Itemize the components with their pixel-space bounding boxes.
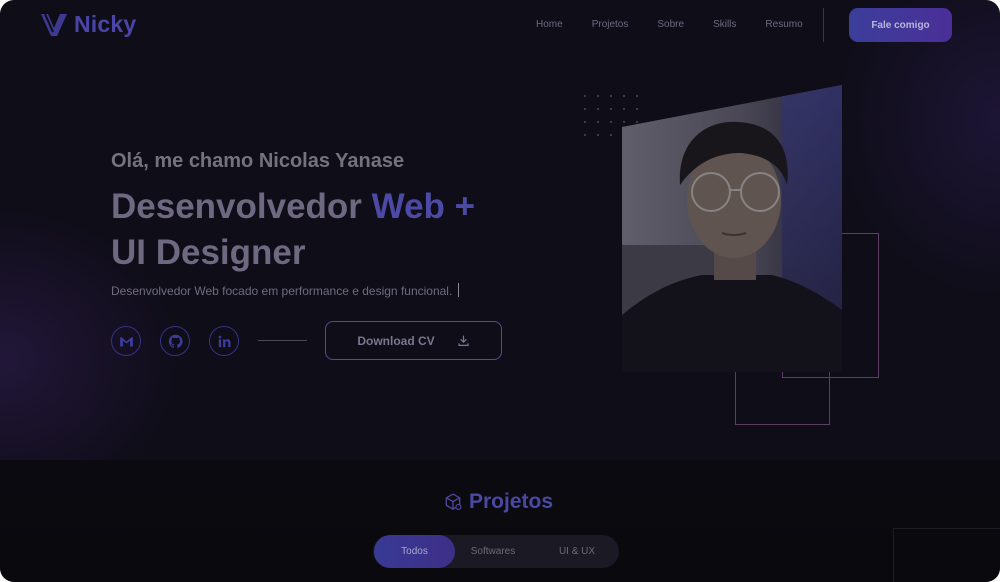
grid-dot bbox=[584, 134, 586, 136]
typing-caret bbox=[458, 283, 460, 297]
brand-logo[interactable]: Nicky bbox=[40, 10, 136, 38]
logo-mark-icon bbox=[41, 13, 67, 36]
linkedin-link[interactable] bbox=[209, 326, 239, 356]
nav-home[interactable]: Home bbox=[536, 19, 563, 30]
grid-dot bbox=[584, 108, 586, 110]
filter-todos[interactable]: Todos bbox=[374, 535, 455, 568]
hero-title-part2: UI Designer bbox=[111, 233, 306, 272]
card-edge bbox=[893, 528, 1000, 582]
projects-title: Projetos bbox=[469, 490, 554, 513]
gmail-icon bbox=[119, 336, 133, 346]
grid-dot bbox=[597, 134, 599, 136]
grid-dot bbox=[584, 121, 586, 123]
nav-sobre[interactable]: Sobre bbox=[657, 19, 684, 30]
hero-greeting: Olá, me chamo Nicolas Yanase bbox=[111, 150, 405, 172]
profile-photo bbox=[622, 85, 842, 372]
hero-title-accent: Web + bbox=[371, 187, 476, 226]
project-filters: Todos Softwares UI & UX bbox=[373, 535, 619, 568]
filter-softwares[interactable]: Softwares bbox=[459, 535, 527, 568]
download-cv-label: Download CV bbox=[357, 333, 435, 348]
grid-dot bbox=[610, 121, 612, 123]
nav-resumo[interactable]: Resumo bbox=[765, 19, 802, 30]
filter-ui-ux[interactable]: UI & UX bbox=[545, 535, 609, 568]
projects-heading: Projetos bbox=[443, 490, 553, 514]
linkedin-icon bbox=[218, 335, 231, 347]
grid-dot bbox=[597, 95, 599, 97]
grid-dot bbox=[597, 121, 599, 123]
main-nav: Home Projetos Sobre Skills Resumo bbox=[536, 19, 832, 30]
contact-button[interactable]: Fale comigo bbox=[849, 8, 952, 42]
social-divider bbox=[258, 340, 307, 341]
nav-projetos[interactable]: Projetos bbox=[592, 19, 629, 30]
grid-dot bbox=[584, 95, 586, 97]
hero-title-part1: Desenvolvedor bbox=[111, 187, 362, 226]
social-links bbox=[111, 326, 239, 356]
grid-dot bbox=[610, 134, 612, 136]
grid-dot bbox=[610, 95, 612, 97]
grid-dot bbox=[610, 108, 612, 110]
hero-title: Desenvolvedor Web + UI Designer bbox=[111, 184, 475, 276]
page: Nicky Home Projetos Sobre Skills Resumo … bbox=[0, 0, 1000, 582]
grid-dot bbox=[597, 108, 599, 110]
hero-subtitle: Desenvolvedor Web focado em performance … bbox=[111, 283, 460, 298]
gmail-link[interactable] bbox=[111, 326, 141, 356]
hero-subtitle-text: Desenvolvedor Web focado em performance … bbox=[111, 284, 453, 298]
nav-divider bbox=[823, 8, 824, 42]
brand-name: Nicky bbox=[74, 10, 137, 37]
download-cv-button[interactable]: Download CV bbox=[325, 321, 502, 360]
download-icon bbox=[458, 335, 469, 346]
github-link[interactable] bbox=[160, 326, 190, 356]
cube-icon bbox=[445, 493, 462, 511]
github-icon bbox=[168, 334, 182, 348]
nav-skills[interactable]: Skills bbox=[713, 19, 736, 30]
